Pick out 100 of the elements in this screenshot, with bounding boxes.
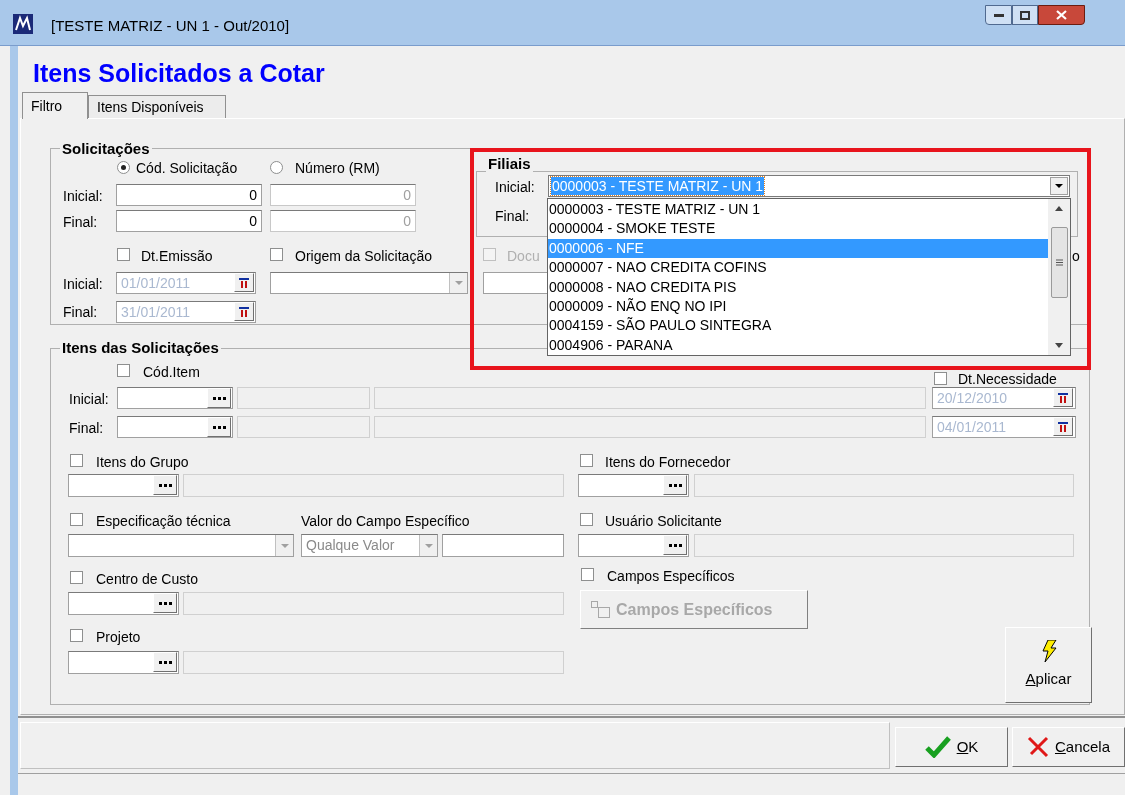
radio-button[interactable] — [117, 161, 130, 174]
ellipsis-icon — [158, 601, 172, 605]
origin-dropdown[interactable] — [270, 272, 468, 294]
group-title: Itens das Solicitações — [60, 340, 221, 356]
checkbox-label: Especificação técnica — [96, 512, 231, 531]
minimize-button[interactable] — [985, 5, 1012, 25]
field-label: Inicial: — [63, 187, 103, 206]
field-label: Final: — [63, 303, 98, 322]
field-label: Inicial: — [63, 275, 103, 294]
ellipsis-icon — [158, 660, 172, 664]
browse-button[interactable] — [153, 475, 177, 495]
cancel-button[interactable]: Cancela — [1012, 727, 1125, 767]
checkbox-label: Centro de Custo — [96, 570, 198, 589]
input-field[interactable] — [442, 534, 564, 557]
checkbox[interactable] — [70, 571, 83, 584]
field-label: Final: — [63, 213, 98, 232]
dropdown-option[interactable]: 0000004 - SMOKE TESTE — [548, 219, 1048, 239]
checkbox[interactable] — [117, 364, 130, 377]
close-button[interactable] — [1038, 5, 1085, 25]
checkbox-label: Projeto — [96, 628, 141, 647]
window-title: [TESTE MATRIZ - UN 1 - Out/2010] — [51, 16, 290, 36]
calendar-button[interactable] — [1053, 417, 1073, 436]
dropdown-arrow-icon — [424, 543, 433, 548]
checkbox-label: Campos Específicos — [607, 567, 735, 586]
value-dropdown[interactable]: Qualque Valor — [301, 534, 438, 557]
checkmark-icon — [924, 736, 951, 758]
grip-icon — [1055, 259, 1063, 266]
ok-button[interactable]: OK — [895, 727, 1008, 767]
dropdown-option[interactable]: 0004906 - PARANA — [548, 335, 1048, 355]
scroll-up-icon — [1055, 206, 1063, 211]
radio-label: Cód. Solicitação — [136, 159, 238, 178]
spec-dropdown[interactable] — [68, 534, 294, 557]
scrollbar[interactable] — [1048, 199, 1070, 355]
browse-button[interactable] — [207, 388, 231, 408]
close-icon — [1026, 736, 1049, 758]
radio-button[interactable] — [270, 161, 283, 174]
dropdown-option[interactable]: 0000009 - NÃO ENQ NO IPI — [548, 296, 1048, 317]
checkbox[interactable] — [70, 629, 83, 642]
ellipsis-icon — [158, 483, 172, 487]
calendar-icon — [239, 306, 249, 317]
minimize-icon — [993, 13, 1004, 17]
checkbox-label: Itens do Grupo — [96, 453, 189, 472]
form-heading: Itens Solicitados a Cotar — [33, 58, 325, 89]
checkbox-label: Dt.Emissão — [141, 247, 213, 266]
checkbox[interactable] — [934, 372, 947, 385]
checkbox[interactable] — [580, 513, 593, 526]
checkbox[interactable] — [70, 454, 83, 467]
checkbox-label: Dt.Necessidade — [958, 371, 1057, 387]
checkbox-label: Itens do Fornecedor — [605, 453, 731, 472]
browse-button[interactable] — [207, 417, 231, 437]
group-title: Solicitações — [60, 141, 152, 157]
group-title: Filiais — [486, 156, 533, 172]
checkbox-label: Cód.Item — [143, 363, 200, 382]
checkbox-label: Docu — [507, 247, 540, 266]
ellipsis-icon — [212, 425, 226, 429]
field-label: Inicial: — [495, 178, 535, 197]
lightning-icon — [1040, 639, 1057, 662]
browse-button[interactable] — [153, 593, 177, 613]
checkbox-label: Usuário Solicitante — [605, 512, 722, 531]
calendar-icon — [239, 277, 249, 288]
tab[interactable]: Filtro — [22, 92, 88, 119]
calendar-icon — [1058, 421, 1068, 432]
checkbox[interactable] — [580, 454, 593, 467]
squares-icon — [591, 601, 610, 618]
browse-button[interactable] — [663, 475, 687, 495]
ellipsis-icon — [668, 543, 682, 547]
dropdown-arrow-icon — [454, 281, 463, 285]
scroll-thumb[interactable] — [1050, 227, 1068, 298]
partial-label: o — [1072, 247, 1080, 266]
maximize-icon — [1020, 10, 1030, 20]
app-logo-icon — [13, 14, 33, 34]
code-field[interactable]: 0 — [116, 184, 262, 206]
dropdown-option[interactable]: 0000003 - TESTE MATRIZ - UN 1 — [548, 200, 1048, 220]
field-label: Valor do Campo Específico — [301, 512, 470, 531]
checkbox[interactable] — [270, 248, 283, 261]
calendar-button[interactable] — [1053, 388, 1073, 407]
apply-button[interactable]: Aplicar — [1005, 627, 1092, 703]
browse-button[interactable] — [153, 652, 177, 672]
close-icon — [1056, 10, 1067, 20]
code-field[interactable]: 0 — [116, 210, 262, 232]
dropdown-option[interactable]: 0000008 - NAO CREDITA PIS — [548, 277, 1048, 297]
ellipsis-icon — [668, 483, 682, 487]
dropdown-option[interactable]: 0004159 - SÃO PAULO SINTEGRA — [548, 316, 1048, 336]
maximize-button[interactable] — [1012, 5, 1038, 25]
ellipsis-icon — [212, 396, 226, 400]
tab[interactable]: Itens Disponíveis — [88, 95, 226, 118]
calendar-button[interactable] — [234, 302, 254, 321]
browse-button[interactable] — [663, 535, 687, 555]
field-label: Inicial: — [69, 390, 109, 409]
checkbox[interactable] — [117, 248, 130, 261]
dropdown-arrow-icon — [1055, 184, 1063, 188]
radio-label: Número (RM) — [295, 159, 380, 178]
calendar-button[interactable] — [234, 273, 254, 292]
checkbox-label: Origem da Solicitação — [295, 247, 432, 266]
dropdown-option[interactable]: 0000007 - NAO CREDITA COFINS — [548, 258, 1048, 278]
scroll-down-icon — [1055, 343, 1063, 348]
checkbox[interactable] — [70, 513, 83, 526]
calendar-icon — [1058, 392, 1068, 403]
dropdown-arrow-icon — [280, 543, 289, 548]
field-label: Final: — [495, 207, 530, 226]
